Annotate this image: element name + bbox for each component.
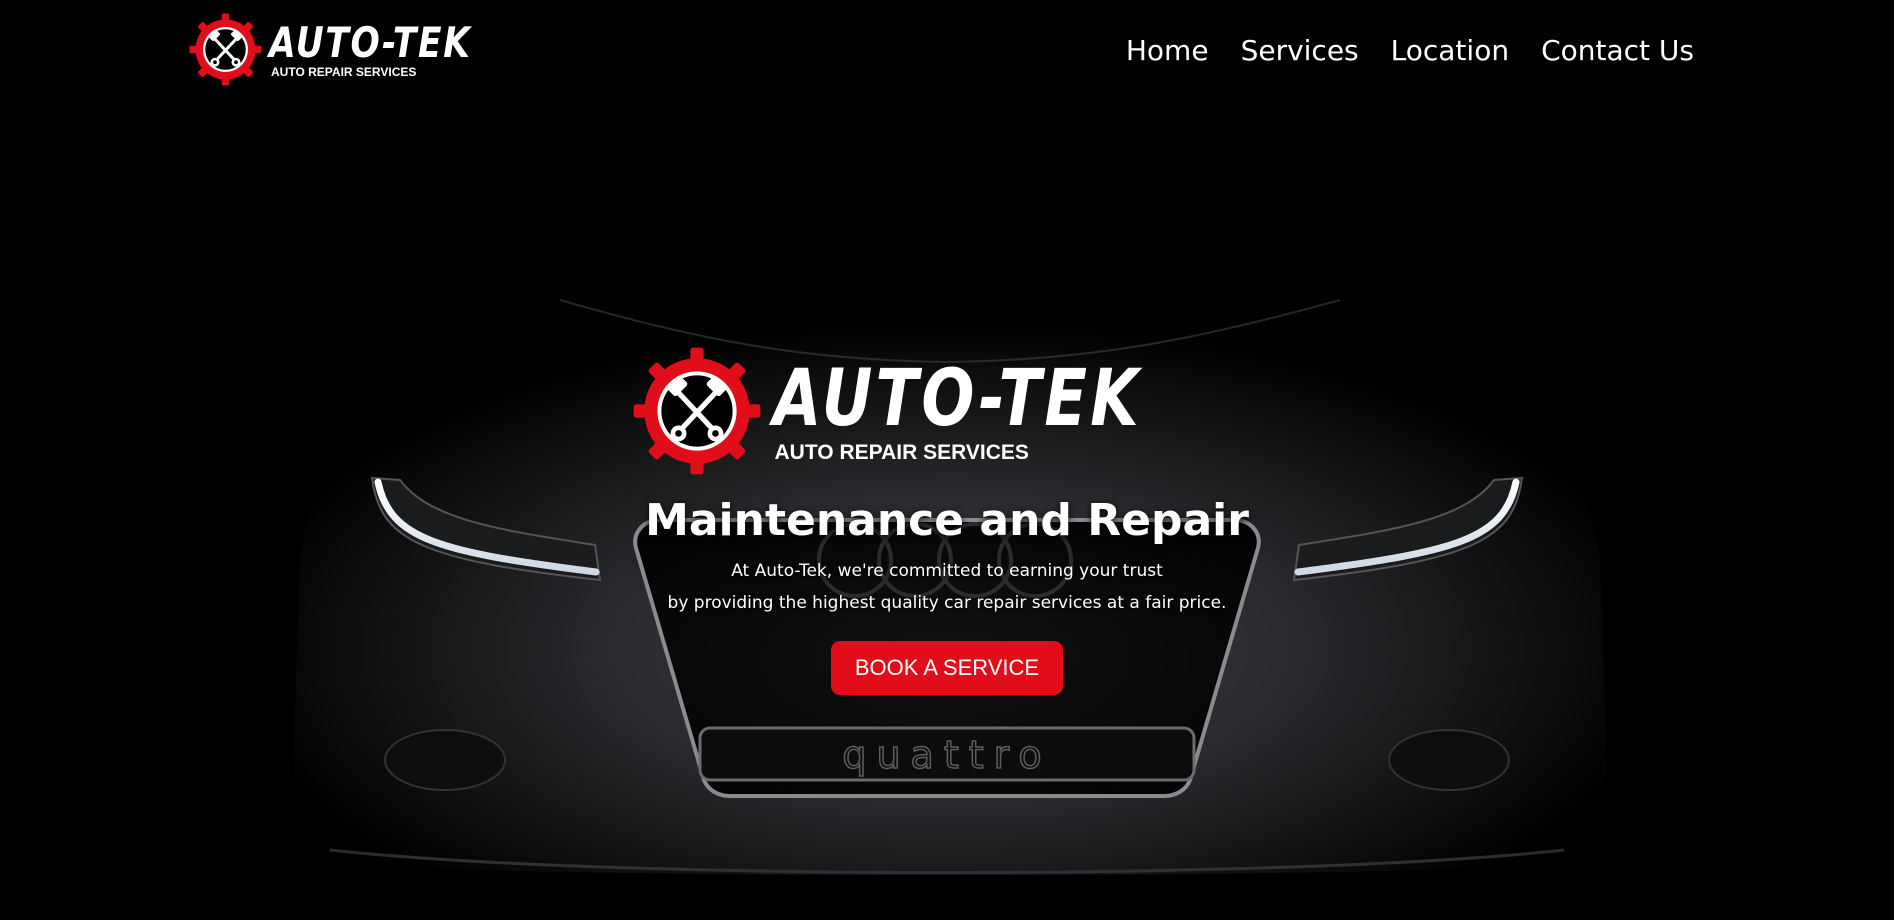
hero-brand: AUTO-TEK AUTO REPAIR SERVICES: [773, 357, 1234, 465]
nav-link-services[interactable]: Services: [1241, 34, 1359, 67]
hero-brand-name: AUTO-TEK: [772, 354, 1142, 444]
hero-section: AUTO-TEK AUTO REPAIR SERVICES Maintenanc…: [0, 345, 1894, 695]
book-service-button[interactable]: BOOK A SERVICE: [830, 641, 1064, 695]
hero-description: At Auto-Tek, we're committed to earning …: [668, 555, 1227, 619]
hero-logo: AUTO-TEK AUTO REPAIR SERVICES: [631, 345, 1234, 477]
gear-crossed-pistons-icon: [189, 13, 262, 86]
nav-link-location[interactable]: Location: [1391, 34, 1509, 67]
nav-link-home[interactable]: Home: [1126, 34, 1209, 67]
hero-title: Maintenance and Repair: [645, 495, 1249, 546]
top-navbar: AUTO-TEK AUTO REPAIR SERVICES Home Servi…: [0, 0, 1894, 110]
main-nav: Home Services Location Contact Us: [1126, 34, 1694, 67]
hero-brand-tagline: AUTO REPAIR SERVICES: [774, 441, 1029, 464]
brand-tagline: AUTO REPAIR SERVICES: [271, 64, 417, 79]
brand-name: AUTO-TEK: [269, 17, 472, 67]
gear-crossed-pistons-icon: [633, 347, 760, 475]
nav-link-contact-us[interactable]: Contact Us: [1541, 34, 1694, 67]
nav-brand: AUTO-TEK AUTO REPAIR SERVICES: [269, 17, 516, 79]
hero-description-line-2: by providing the highest quality car rep…: [667, 593, 1227, 613]
hero-description-line-1: At Auto-Tek, we're committed to earning …: [731, 561, 1163, 581]
nav-logo[interactable]: AUTO-TEK AUTO REPAIR SERVICES: [188, 12, 516, 87]
